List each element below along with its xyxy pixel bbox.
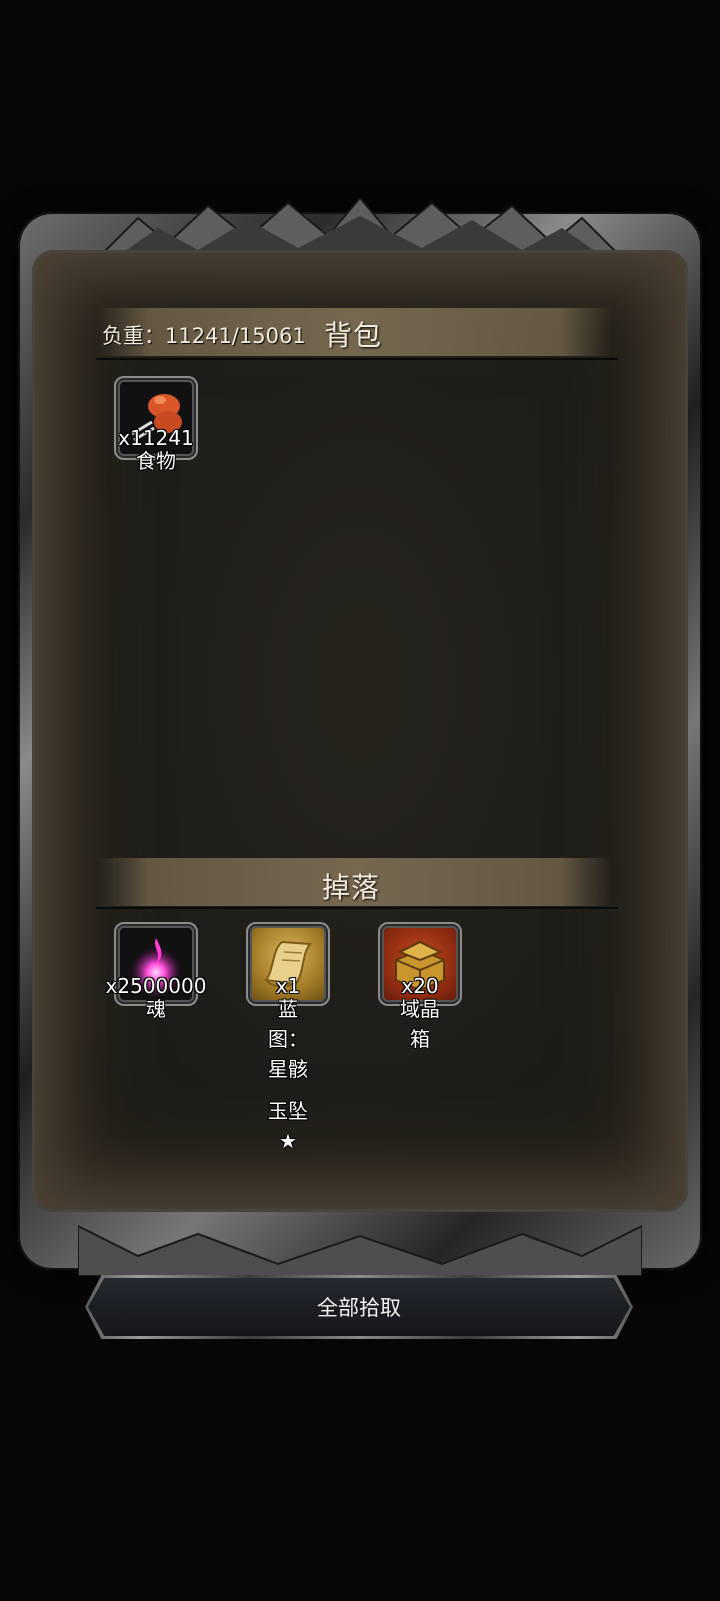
drops-header-divider: [96, 907, 618, 909]
item-name: 域晶箱: [400, 997, 440, 1051]
panel-bottom-ornament: [78, 1224, 642, 1276]
drops-title: 掉落: [322, 871, 381, 904]
drop-item-soul[interactable]: x2500000 魂: [106, 922, 206, 1021]
inventory-title: 背包: [324, 319, 383, 352]
item-name-line-1: 蓝图：星骸: [268, 997, 308, 1081]
drop-item-blueprint[interactable]: x1 蓝图：星骸 玉坠★: [246, 922, 330, 1153]
item-name: 魂: [146, 997, 166, 1021]
collect-all-button[interactable]: 全部拾取: [85, 1275, 633, 1339]
inventory-item-food[interactable]: x11241 食物: [114, 376, 198, 473]
item-name-line-2: 玉坠★: [268, 1099, 308, 1153]
item-name: 蓝图：星骸 玉坠★: [267, 994, 309, 1156]
collect-all-label: 全部拾取: [317, 1296, 401, 1320]
inventory-panel: [18, 198, 702, 1276]
inventory-header-divider: [96, 358, 618, 360]
item-name: 食物: [136, 449, 176, 473]
carry-weight-text: 负重：11241/15061: [102, 324, 306, 348]
drop-item-chest[interactable]: x20 域晶箱: [378, 922, 462, 1051]
